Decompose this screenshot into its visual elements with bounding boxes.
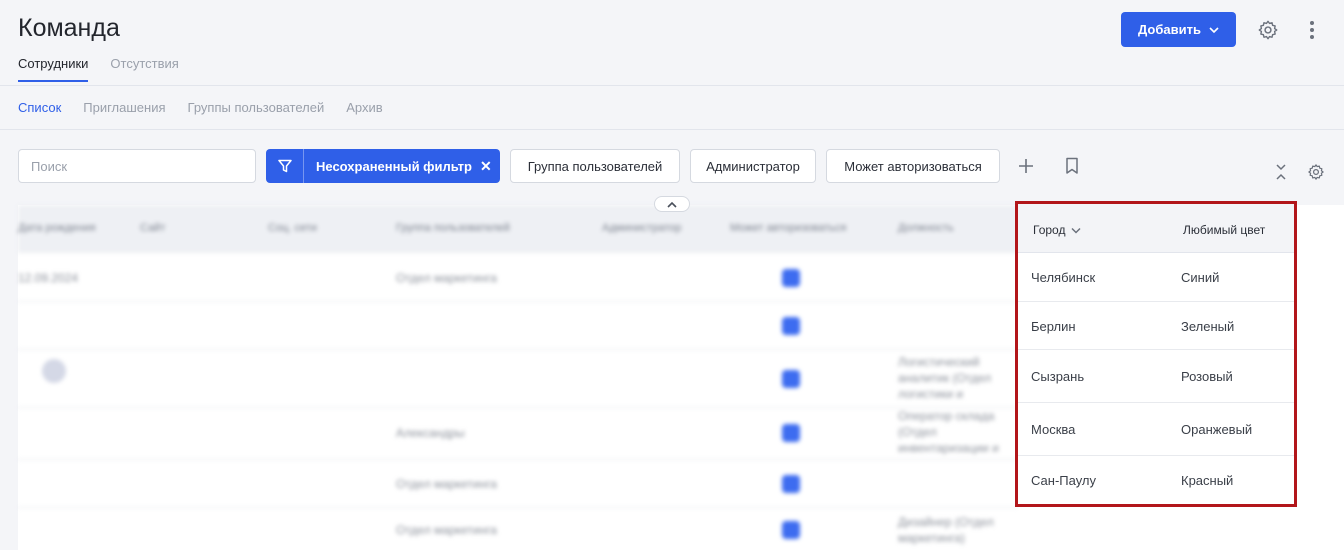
checkbox[interactable]: [782, 475, 800, 493]
main-tabs: Сотрудники Отсутствия: [18, 56, 179, 82]
table-row[interactable]: Берлин Зеленый: [1018, 302, 1294, 350]
cell-color: Оранжевый: [1181, 422, 1253, 437]
subnav-list[interactable]: Список: [18, 100, 61, 115]
chevron-down-icon: [1071, 227, 1081, 234]
collapse-toolbar-handle[interactable]: [654, 196, 690, 212]
page-title: Команда: [18, 14, 120, 42]
plus-icon[interactable]: [1014, 154, 1038, 178]
sub-navigation: Список Приглашения Группы пользователей …: [18, 100, 383, 115]
chevron-down-icon: [1209, 26, 1219, 33]
cell-color: Синий: [1181, 270, 1220, 285]
gear-icon[interactable]: [1256, 18, 1280, 42]
cell-color: Красный: [1181, 473, 1234, 488]
column-header-favorite-color[interactable]: Любимый цвет: [1183, 223, 1265, 237]
cell-user-group: Отдел маркетинга: [396, 523, 497, 537]
table-row[interactable]: Логистический аналитик (Отдел логистики …: [18, 350, 1018, 408]
subnav-archive[interactable]: Архив: [346, 100, 382, 115]
checkbox[interactable]: [782, 317, 800, 335]
blurred-columns: Дата рождения Сайт Соц. сети Группа поль…: [18, 205, 1018, 550]
filter-toolbar: Несохраненный фильтр ✕ Группа пользовате…: [0, 149, 1344, 184]
cell-position: Оператор склада (Отдел инвентаризации и: [898, 409, 999, 455]
search-input[interactable]: [18, 149, 256, 183]
column-header-social[interactable]: Соц. сети: [268, 222, 317, 234]
checkbox[interactable]: [782, 370, 800, 388]
table-row[interactable]: [18, 302, 1018, 350]
checkbox[interactable]: [782, 521, 800, 539]
checkbox[interactable]: [782, 424, 800, 442]
table-row[interactable]: Отдел маркетинга Дизайнер (Отдел маркети…: [18, 508, 1018, 550]
cell-position: Логистический аналитик (Отдел логистики …: [898, 355, 992, 401]
column-header-can-login[interactable]: Может авторизоваться: [730, 222, 846, 234]
cell-birthdate: 12.09.2024: [18, 271, 79, 285]
chip-administrator[interactable]: Администратор: [690, 149, 816, 183]
cell-city: Челябинск: [1031, 270, 1096, 285]
cell-user-group: Отдел маркетинга: [396, 477, 497, 491]
chip-user-group[interactable]: Группа пользователей: [510, 149, 680, 183]
cell-user-group: Отдел маркетинга: [396, 271, 497, 285]
unsaved-filter-button[interactable]: Несохраненный фильтр ✕: [266, 149, 500, 183]
chevron-up-icon: [667, 201, 677, 208]
column-header-admin[interactable]: Администратор: [602, 222, 681, 234]
collapse-icon[interactable]: [1272, 161, 1290, 183]
table-header: Город Любимый цвет: [1018, 204, 1294, 253]
column-header-city-label: Город: [1033, 223, 1066, 237]
checkbox[interactable]: [782, 269, 800, 287]
table-row[interactable]: Отдел маркетинга: [18, 460, 1018, 508]
filter-icon: [266, 149, 304, 183]
table-header: Дата рождения Сайт Соц. сети Группа поль…: [18, 205, 1018, 253]
page-header: Команда Сотрудники Отсутствия Добавить: [0, 0, 1344, 86]
cell-city: Берлин: [1031, 319, 1076, 334]
bookmark-icon[interactable]: [1061, 154, 1083, 178]
table-row[interactable]: Челябинск Синий: [1018, 253, 1294, 302]
subnav-user-groups[interactable]: Группы пользователей: [188, 100, 325, 115]
column-header-site[interactable]: Сайт: [140, 222, 165, 234]
highlighted-columns: Город Любимый цвет Челябинск Синий Берли…: [1015, 201, 1297, 507]
subnav-invitations[interactable]: Приглашения: [83, 100, 165, 115]
column-header-user-group[interactable]: Группа пользователей: [396, 222, 510, 234]
tab-absences[interactable]: Отсутствия: [110, 56, 178, 82]
column-header-birthdate[interactable]: Дата рождения: [18, 222, 96, 234]
add-button[interactable]: Добавить: [1121, 12, 1236, 47]
column-header-position[interactable]: Должность: [898, 222, 954, 234]
cell-color: Зеленый: [1181, 319, 1235, 334]
cell-color: Розовый: [1181, 369, 1233, 384]
divider: [0, 129, 1344, 130]
cell-user-group: Александры: [396, 426, 465, 440]
cell-city: Москва: [1031, 422, 1076, 437]
column-header-city[interactable]: Город: [1033, 223, 1081, 237]
avatar: [42, 359, 66, 383]
table-row[interactable]: Александры Оператор склада (Отдел инвент…: [18, 408, 1018, 460]
cell-city: Сызрань: [1031, 369, 1085, 384]
filter-label: Несохраненный фильтр: [316, 158, 472, 174]
table-row[interactable]: Сан-Паулу Красный: [1018, 456, 1294, 504]
tab-employees[interactable]: Сотрудники: [18, 56, 89, 82]
settings-icon[interactable]: [1305, 161, 1327, 183]
chip-can-login[interactable]: Может авторизоваться: [826, 149, 1000, 183]
close-icon[interactable]: ✕: [480, 158, 492, 175]
table-row[interactable]: Москва Оранжевый: [1018, 403, 1294, 456]
cell-city: Сан-Паулу: [1031, 473, 1096, 488]
table-row[interactable]: 12.09.2024 Отдел маркетинга: [18, 253, 1018, 302]
cell-position: Дизайнер (Отдел маркетинга): [898, 515, 994, 545]
add-button-label: Добавить: [1138, 22, 1201, 37]
table-row[interactable]: Сызрань Розовый: [1018, 350, 1294, 403]
kebab-menu-icon[interactable]: [1302, 18, 1322, 42]
